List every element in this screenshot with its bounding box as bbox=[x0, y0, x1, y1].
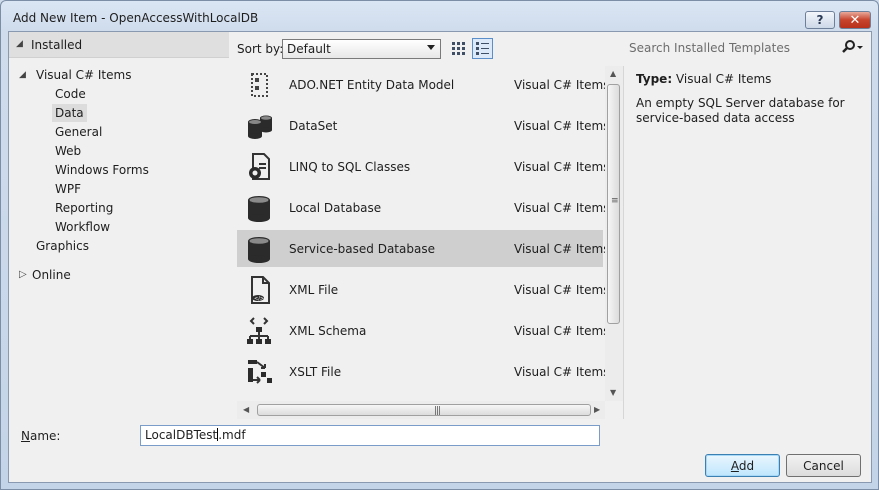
grip-icon: ≡ bbox=[611, 196, 619, 206]
add-access-key: A bbox=[730, 458, 739, 473]
template-item[interactable]: LINQ to SQL Classes Visual C# Items bbox=[237, 148, 609, 185]
template-category: Visual C# Items bbox=[514, 283, 610, 297]
name-value-after-caret: .mdf bbox=[218, 428, 246, 442]
xml-schema-icon bbox=[247, 317, 271, 344]
collapse-triangle-icon[interactable]: ◢ bbox=[19, 70, 26, 80]
window-title: Add New Item - OpenAccessWithLocalDB bbox=[13, 11, 259, 25]
tree-item-workflow[interactable]: Workflow bbox=[52, 218, 113, 236]
tree-item-visual-csharp[interactable]: Visual C# Items bbox=[33, 66, 134, 84]
add-button[interactable]: Add bbox=[705, 454, 780, 477]
vertical-scrollbar[interactable]: ▲ ≡ ▼ bbox=[605, 66, 623, 401]
sort-by-dropdown[interactable]: Default bbox=[282, 39, 441, 59]
template-item[interactable]: ADO.NET Entity Data Model Visual C# Item… bbox=[237, 66, 609, 103]
template-category: Visual C# Items bbox=[514, 160, 610, 174]
search-placeholder: Search Installed Templates bbox=[629, 41, 790, 55]
small-icons-view-button[interactable] bbox=[472, 38, 493, 59]
tree-item-graphics[interactable]: Graphics bbox=[33, 237, 92, 255]
template-item[interactable]: Local Database Visual C# Items bbox=[237, 189, 609, 226]
template-name: Local Database bbox=[289, 201, 382, 215]
sort-by-value: Default bbox=[287, 42, 331, 56]
template-category: Visual C# Items bbox=[514, 119, 610, 133]
search-icon[interactable] bbox=[841, 39, 863, 55]
dialog-body: ◢ Installed ◢ Visual C# Items Code Data … bbox=[8, 31, 872, 483]
template-item[interactable]: XML Schema Visual C# Items bbox=[237, 312, 609, 349]
add-rest: dd bbox=[738, 458, 755, 473]
linq-to-sql-icon bbox=[249, 153, 270, 180]
template-item[interactable]: XSLT File Visual C# Items bbox=[237, 353, 609, 390]
cancel-button[interactable]: Cancel bbox=[786, 454, 861, 477]
entity-model-icon bbox=[251, 73, 268, 97]
template-list: ADO.NET Entity Data Model Visual C# Item… bbox=[237, 66, 623, 419]
template-name: DataSet bbox=[289, 119, 338, 133]
name-label-access-key: N bbox=[21, 429, 30, 443]
scroll-up-icon[interactable]: ▲ bbox=[610, 69, 616, 78]
template-category: Visual C# Items bbox=[514, 365, 610, 379]
template-category: Visual C# Items bbox=[514, 324, 610, 338]
template-name: XSLT File bbox=[289, 365, 342, 379]
installed-label: Installed bbox=[31, 38, 83, 52]
dataset-icon bbox=[248, 115, 272, 139]
sort-by-label: Sort by: bbox=[237, 42, 284, 56]
tree-item-installed[interactable]: ◢ Installed bbox=[9, 32, 229, 58]
medium-icons-view-button[interactable] bbox=[448, 38, 469, 59]
template-type: Type: Visual C# Items bbox=[636, 72, 771, 86]
add-new-item-dialog: Add New Item - OpenAccessWithLocalDB ? ✕… bbox=[0, 0, 879, 490]
template-category: Visual C# Items bbox=[514, 201, 610, 215]
name-field[interactable]: LocalDBTest.mdf bbox=[140, 425, 600, 446]
database-icon bbox=[248, 237, 270, 263]
xslt-file-icon bbox=[248, 360, 272, 384]
title-bar[interactable]: Add New Item - OpenAccessWithLocalDB ? ✕ bbox=[1, 1, 878, 31]
template-category-tree: ◢ Installed ◢ Visual C# Items Code Data … bbox=[9, 32, 229, 419]
tree-item-reporting[interactable]: Reporting bbox=[52, 199, 116, 217]
template-name: LINQ to SQL Classes bbox=[289, 160, 411, 174]
svg-text:</>: </> bbox=[254, 296, 264, 302]
database-icon bbox=[248, 196, 270, 222]
chevron-down-icon bbox=[427, 45, 435, 50]
help-button[interactable]: ? bbox=[805, 11, 835, 29]
tree-item-online[interactable]: Online bbox=[29, 266, 74, 284]
template-details-panel: Type: Visual C# Items An empty SQL Serve… bbox=[623, 66, 869, 419]
template-item-selected[interactable]: Service-based Database Visual C# Items bbox=[237, 230, 609, 267]
scroll-down-icon[interactable]: ▼ bbox=[610, 388, 616, 397]
grip-icon: ||| bbox=[434, 406, 441, 416]
tree-item-wpf[interactable]: WPF bbox=[52, 180, 84, 198]
horizontal-scroll-thumb[interactable]: ||| bbox=[257, 404, 591, 416]
template-name: XML File bbox=[289, 283, 339, 297]
scroll-left-icon[interactable]: ◀ bbox=[243, 405, 249, 414]
template-item[interactable]: </> XML File Visual C# Items bbox=[237, 271, 609, 308]
scroll-right-icon[interactable]: ▶ bbox=[594, 405, 600, 414]
name-label: Name: bbox=[21, 429, 60, 443]
template-category: Visual C# Items bbox=[514, 242, 610, 256]
template-description: An empty SQL Server database for service… bbox=[636, 96, 845, 125]
expand-triangle-icon[interactable]: ▷ bbox=[19, 269, 27, 280]
name-value-before-caret: LocalDBTest bbox=[145, 428, 218, 442]
template-item[interactable]: DataSet Visual C# Items bbox=[237, 107, 609, 144]
template-name: Service-based Database bbox=[289, 242, 435, 256]
tree-item-general[interactable]: General bbox=[52, 123, 105, 141]
close-button[interactable]: ✕ bbox=[839, 11, 871, 29]
tree-item-web[interactable]: Web bbox=[52, 142, 84, 160]
tree-item-windows-forms[interactable]: Windows Forms bbox=[52, 161, 152, 179]
type-label: Type: bbox=[636, 72, 673, 86]
xml-file-icon: </> bbox=[251, 276, 270, 304]
template-name: ADO.NET Entity Data Model bbox=[289, 78, 455, 92]
grid-view-icon bbox=[452, 42, 465, 55]
vertical-scroll-thumb[interactable]: ≡ bbox=[607, 84, 620, 324]
template-category: Visual C# Items bbox=[514, 78, 610, 92]
list-view-icon bbox=[476, 42, 489, 55]
collapse-triangle-icon[interactable]: ◢ bbox=[16, 39, 23, 49]
add-button-label: Add bbox=[731, 459, 754, 473]
name-label-rest: ame: bbox=[29, 429, 61, 443]
horizontal-scrollbar[interactable]: ◀ ||| ▶ bbox=[237, 401, 605, 419]
tree-item-code[interactable]: Code bbox=[52, 85, 89, 103]
search-input[interactable]: Search Installed Templates bbox=[623, 37, 869, 59]
type-value: Visual C# Items bbox=[675, 72, 772, 86]
template-name: XML Schema bbox=[289, 324, 367, 338]
tree-item-data[interactable]: Data bbox=[52, 104, 87, 122]
